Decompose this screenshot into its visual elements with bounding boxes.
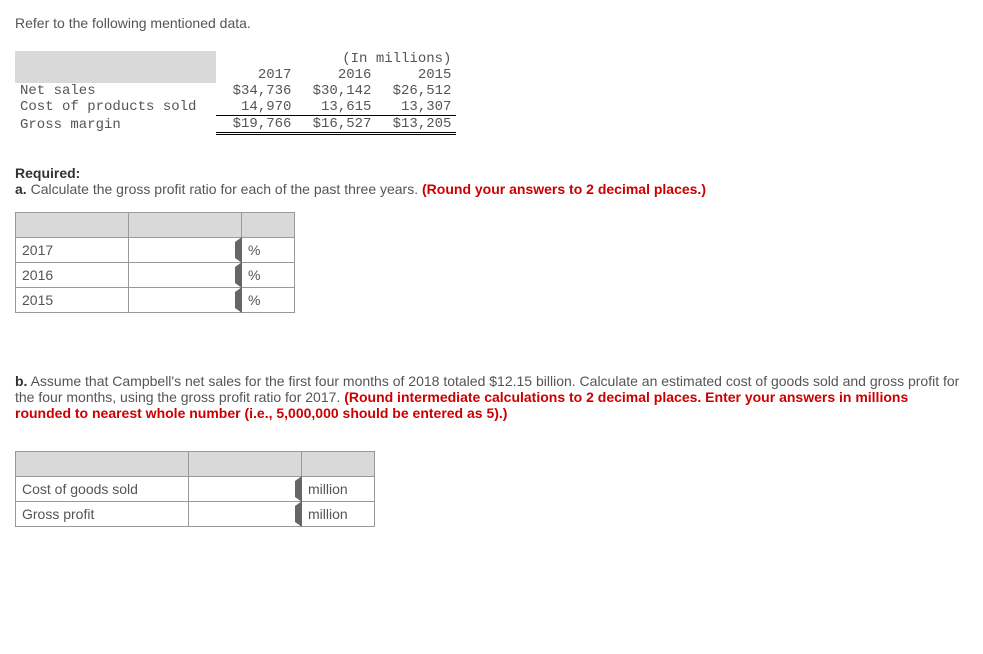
shade-header-b1 bbox=[16, 452, 189, 477]
dropdown-icon[interactable] bbox=[295, 506, 302, 522]
input-gp[interactable] bbox=[195, 505, 295, 523]
part-b-label: b. bbox=[15, 373, 27, 389]
row-2017-label: 2017 bbox=[16, 238, 129, 263]
answer-table-a: 2017 % 2016 % 2015 % bbox=[15, 212, 295, 313]
answer-table-b: Cost of goods sold million Gross profit … bbox=[15, 451, 375, 527]
shade-header-3 bbox=[242, 213, 295, 238]
row-2016-label: 2016 bbox=[16, 263, 129, 288]
cogs-2015: 13,307 bbox=[376, 99, 456, 116]
gross-margin-2017: $19,766 bbox=[216, 116, 296, 134]
dropdown-icon[interactable] bbox=[235, 242, 242, 258]
input-2015[interactable] bbox=[135, 291, 235, 309]
data-table-container: (In millions) 2017 2016 2015 Net sales $… bbox=[15, 51, 968, 135]
required-section: Required: a. Calculate the gross profit … bbox=[15, 165, 968, 197]
net-sales-2016: $30,142 bbox=[296, 83, 376, 99]
year-2015: 2015 bbox=[376, 67, 456, 83]
input-2016[interactable] bbox=[135, 266, 235, 284]
intro-text: Refer to the following mentioned data. bbox=[15, 15, 968, 31]
gross-margin-2016: $16,527 bbox=[296, 116, 376, 134]
shade-header-b3 bbox=[302, 452, 375, 477]
part-a-hint: (Round your answers to 2 decimal places.… bbox=[422, 181, 706, 197]
shade-header-2 bbox=[129, 213, 242, 238]
input-cogs-cell[interactable] bbox=[189, 477, 302, 502]
header-spacer bbox=[15, 51, 216, 67]
cogs-2016: 13,615 bbox=[296, 99, 376, 116]
year-2016: 2016 bbox=[296, 67, 376, 83]
part-a-text: Calculate the gross profit ratio for eac… bbox=[27, 181, 422, 197]
dropdown-icon[interactable] bbox=[295, 481, 302, 497]
required-heading: Required: bbox=[15, 165, 80, 181]
unit-2016: % bbox=[242, 263, 295, 288]
section-b: b. Assume that Campbell's net sales for … bbox=[15, 373, 968, 421]
unit-cogs: million bbox=[302, 477, 375, 502]
row-2015-label: 2015 bbox=[16, 288, 129, 313]
header-spacer-2 bbox=[15, 67, 216, 83]
dropdown-icon[interactable] bbox=[235, 267, 242, 283]
year-2017: 2017 bbox=[216, 67, 296, 83]
input-2015-cell[interactable] bbox=[129, 288, 242, 313]
financial-data-table: (In millions) 2017 2016 2015 Net sales $… bbox=[15, 51, 456, 135]
part-a-label: a. bbox=[15, 181, 27, 197]
net-sales-2017: $34,736 bbox=[216, 83, 296, 99]
net-sales-2015: $26,512 bbox=[376, 83, 456, 99]
dropdown-icon[interactable] bbox=[235, 292, 242, 308]
shade-header-1 bbox=[16, 213, 129, 238]
unit-2015: % bbox=[242, 288, 295, 313]
input-2017[interactable] bbox=[135, 241, 235, 259]
input-cogs[interactable] bbox=[195, 480, 295, 498]
shade-header-b2 bbox=[189, 452, 302, 477]
input-gp-cell[interactable] bbox=[189, 502, 302, 527]
gross-margin-2015: $13,205 bbox=[376, 116, 456, 134]
unit-2017: % bbox=[242, 238, 295, 263]
cogs-label: Cost of products sold bbox=[15, 99, 216, 116]
unit-gp: million bbox=[302, 502, 375, 527]
row-gp-label: Gross profit bbox=[16, 502, 189, 527]
net-sales-label: Net sales bbox=[15, 83, 216, 99]
row-cogs-label: Cost of goods sold bbox=[16, 477, 189, 502]
input-2016-cell[interactable] bbox=[129, 263, 242, 288]
input-2017-cell[interactable] bbox=[129, 238, 242, 263]
table-header-units: (In millions) bbox=[216, 51, 456, 67]
gross-margin-label: Gross margin bbox=[15, 116, 216, 134]
cogs-2017: 14,970 bbox=[216, 99, 296, 116]
